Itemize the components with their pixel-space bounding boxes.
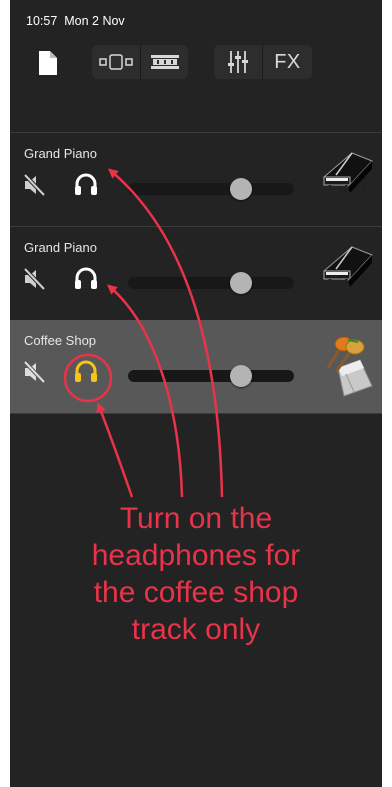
fx-label: FX bbox=[274, 50, 301, 73]
eq-sliders-icon[interactable] bbox=[214, 45, 262, 79]
track-row[interactable]: Grand Piano bbox=[10, 133, 382, 226]
headphones-icon[interactable] bbox=[72, 170, 100, 203]
track-row[interactable]: Grand Piano bbox=[10, 227, 382, 320]
volume-slider-knob[interactable] bbox=[230, 365, 253, 387]
annotation-line: track only bbox=[131, 613, 261, 646]
track-name: Grand Piano bbox=[24, 240, 97, 255]
volume-slider[interactable] bbox=[128, 272, 294, 294]
annotation-text: Turn on the headphones for the coffee sh… bbox=[10, 500, 382, 648]
tracks-view-icon[interactable] bbox=[92, 45, 140, 79]
annotation-line: the coffee shop bbox=[93, 576, 299, 609]
grand-piano-icon bbox=[318, 147, 374, 214]
volume-slider[interactable] bbox=[128, 178, 294, 200]
headphones-icon-active[interactable] bbox=[72, 357, 100, 390]
annotation-line: headphones for bbox=[91, 539, 301, 572]
track-name: Grand Piano bbox=[24, 146, 97, 161]
settings-group: FX bbox=[214, 45, 312, 79]
status-time: 10:57 bbox=[26, 14, 58, 28]
volume-slider-knob[interactable] bbox=[230, 272, 253, 294]
volume-slider-knob[interactable] bbox=[230, 178, 253, 200]
fx-button[interactable]: FX bbox=[263, 45, 312, 79]
mute-speaker-icon[interactable] bbox=[22, 267, 46, 296]
toolbar: FX bbox=[10, 44, 382, 84]
track-name: Coffee Shop bbox=[24, 333, 97, 348]
mixer-view-icon[interactable] bbox=[141, 45, 188, 79]
track-separator bbox=[10, 413, 382, 414]
maracas-cowbell-icon bbox=[318, 334, 376, 405]
document-icon[interactable] bbox=[34, 48, 60, 78]
mute-speaker-icon[interactable] bbox=[22, 173, 46, 202]
garageband-screen: 10:57 Mon 2 Nov FX Grand Piano Grand Pia… bbox=[10, 0, 382, 787]
mute-speaker-icon[interactable] bbox=[22, 360, 46, 389]
volume-slider[interactable] bbox=[128, 365, 294, 387]
annotation-line: Turn on the bbox=[119, 502, 273, 535]
grand-piano-icon bbox=[318, 241, 374, 308]
status-bar: 10:57 Mon 2 Nov bbox=[26, 14, 125, 28]
view-toggle-group bbox=[92, 45, 188, 79]
status-date: Mon 2 Nov bbox=[64, 14, 125, 28]
track-row-selected[interactable]: Coffee Shop bbox=[10, 320, 382, 413]
headphones-icon[interactable] bbox=[72, 264, 100, 297]
